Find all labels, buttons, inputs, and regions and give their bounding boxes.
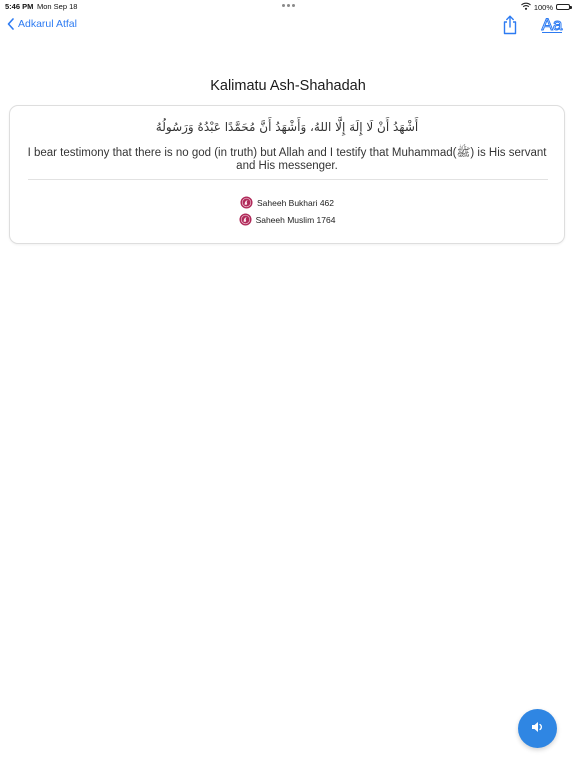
dua-card: أَشْهَدُ أَنْ لَا إِلَهَ إِلَّا اللهُ، و… <box>9 105 565 244</box>
share-button[interactable] <box>498 15 522 39</box>
status-bar: 5:46 PM Mon Sep 18 100% <box>0 0 576 12</box>
svg-text:Aa: Aa <box>542 15 563 34</box>
font-size-button[interactable]: Aa <box>540 14 564 40</box>
hadith-book-icon <box>239 213 252 226</box>
status-time: 5:46 PM <box>5 2 34 11</box>
translation-text: I bear testimony that there is no god (i… <box>27 147 547 172</box>
font-size-icon: Aa <box>541 14 563 40</box>
back-button[interactable]: Adkarul Atfal <box>7 18 77 30</box>
status-date: Mon Sep 18 <box>37 2 78 11</box>
back-button-label: Adkarul Atfal <box>18 18 77 30</box>
nav-actions: Aa <box>498 14 564 40</box>
divider <box>28 179 548 180</box>
reference-label: Saheeh Muslim 1764 <box>255 214 336 225</box>
status-right: 100% <box>520 2 572 12</box>
arabic-text: أَشْهَدُ أَنْ لَا إِلَهَ إِلَّا اللهُ، و… <box>155 120 419 134</box>
wifi-icon <box>520 2 531 12</box>
reference-item[interactable]: Saheeh Muslim 1764 <box>239 213 336 226</box>
multitasking-dots-icon[interactable] <box>282 4 295 7</box>
hadith-book-icon <box>240 196 253 209</box>
reference-list: Saheeh Bukhari 462 Saheeh Muslim 1764 <box>10 196 564 226</box>
page-title: Kalimatu Ash-Shahadah <box>210 78 366 94</box>
share-icon <box>502 15 518 40</box>
speaker-icon <box>531 720 545 738</box>
reference-item[interactable]: Saheeh Bukhari 462 <box>240 196 334 209</box>
battery-percent: 100% <box>533 2 553 12</box>
reference-label: Saheeh Bukhari 462 <box>256 197 335 208</box>
play-audio-button[interactable] <box>518 709 557 748</box>
battery-icon <box>556 4 572 10</box>
chevron-left-icon <box>7 18 14 30</box>
